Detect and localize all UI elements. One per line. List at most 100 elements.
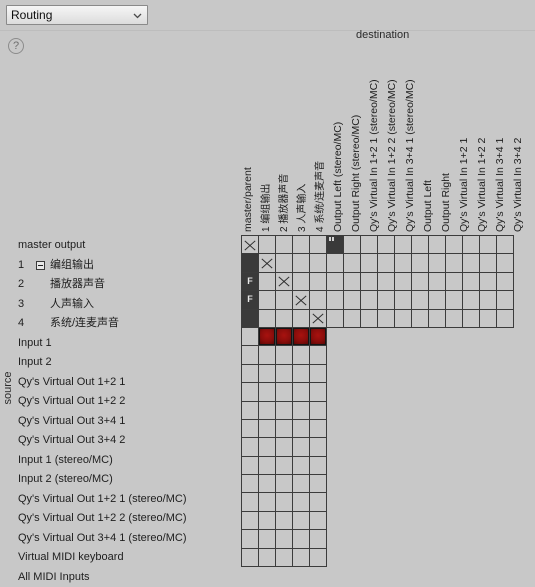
matrix-cell[interactable] xyxy=(293,236,310,254)
matrix-cell[interactable] xyxy=(259,475,276,493)
matrix-cell[interactable] xyxy=(293,309,310,327)
matrix-cell[interactable] xyxy=(310,456,327,474)
matrix-cell[interactable] xyxy=(480,291,497,309)
matrix-cell[interactable] xyxy=(276,456,293,474)
matrix-cell[interactable] xyxy=(293,438,310,456)
matrix-cell[interactable] xyxy=(395,309,412,327)
row-label-7[interactable]: Qy's Virtual Out 1+2 1 xyxy=(0,373,240,393)
matrix-cell[interactable] xyxy=(310,291,327,309)
routing-matrix[interactable]: FF xyxy=(241,235,514,567)
matrix-cell-cross-icon[interactable] xyxy=(293,291,310,309)
matrix-cell[interactable] xyxy=(344,291,361,309)
matrix-cell-filled-icon[interactable] xyxy=(242,309,259,327)
matrix-cell[interactable] xyxy=(429,272,446,290)
row-label-8[interactable]: Qy's Virtual Out 1+2 2 xyxy=(0,392,240,412)
matrix-cell[interactable] xyxy=(310,236,327,254)
column-header-12[interactable]: Qy's Virtual In 1+2 1 xyxy=(457,88,475,234)
matrix-cell[interactable] xyxy=(259,401,276,419)
matrix-cell-f-icon[interactable]: F xyxy=(242,291,259,309)
row-label-11[interactable]: Input 1 (stereo/MC) xyxy=(0,451,240,471)
matrix-cell[interactable] xyxy=(276,548,293,566)
matrix-cell[interactable] xyxy=(310,401,327,419)
matrix-cell[interactable] xyxy=(327,254,344,272)
matrix-cell[interactable] xyxy=(242,438,259,456)
column-header-0[interactable]: master/parent xyxy=(241,88,259,234)
matrix-cell[interactable] xyxy=(497,236,514,254)
matrix-cell[interactable] xyxy=(293,511,310,529)
matrix-cell[interactable] xyxy=(259,346,276,364)
matrix-cell[interactable] xyxy=(276,254,293,272)
row-label-13[interactable]: Qy's Virtual Out 1+2 1 (stereo/MC) xyxy=(0,490,240,510)
matrix-cell[interactable] xyxy=(446,309,463,327)
matrix-cell[interactable] xyxy=(276,291,293,309)
matrix-cell[interactable] xyxy=(463,254,480,272)
column-header-6[interactable]: Output Right (stereo/MC) xyxy=(349,88,367,234)
matrix-cell[interactable] xyxy=(497,254,514,272)
column-header-5[interactable]: Output Left (stereo/MC) xyxy=(331,88,349,234)
matrix-cell[interactable] xyxy=(293,272,310,290)
row-label-14[interactable]: Qy's Virtual Out 1+2 2 (stereo/MC) xyxy=(0,509,240,529)
tree-collapse-icon[interactable] xyxy=(36,261,45,270)
matrix-cell[interactable] xyxy=(327,272,344,290)
matrix-cell[interactable] xyxy=(242,364,259,382)
matrix-cell[interactable] xyxy=(276,511,293,529)
matrix-cell[interactable] xyxy=(446,236,463,254)
column-header-15[interactable]: Qy's Virtual In 3+4 2 xyxy=(511,88,529,234)
matrix-cell[interactable] xyxy=(378,291,395,309)
matrix-cell[interactable] xyxy=(327,309,344,327)
column-header-13[interactable]: Qy's Virtual In 1+2 2 xyxy=(475,88,493,234)
matrix-cell[interactable] xyxy=(480,254,497,272)
matrix-cell[interactable] xyxy=(293,548,310,566)
row-label-9[interactable]: Qy's Virtual Out 3+4 1 xyxy=(0,412,240,432)
matrix-cell[interactable] xyxy=(259,438,276,456)
matrix-cell[interactable] xyxy=(361,291,378,309)
matrix-cell[interactable] xyxy=(276,364,293,382)
matrix-cell-cross-icon[interactable] xyxy=(276,272,293,290)
matrix-cell[interactable] xyxy=(344,272,361,290)
matrix-cell[interactable] xyxy=(395,291,412,309)
matrix-cell[interactable] xyxy=(412,291,429,309)
matrix-cell[interactable] xyxy=(412,309,429,327)
matrix-cell[interactable] xyxy=(361,254,378,272)
matrix-cell[interactable] xyxy=(361,309,378,327)
matrix-cell[interactable] xyxy=(361,236,378,254)
row-label-3[interactable]: 3人声输入 xyxy=(0,295,240,315)
matrix-cell-active-icon[interactable] xyxy=(293,327,310,345)
matrix-cell[interactable] xyxy=(429,291,446,309)
matrix-cell-active-icon[interactable] xyxy=(276,327,293,345)
help-button[interactable]: ? xyxy=(8,38,24,54)
matrix-cell[interactable] xyxy=(378,272,395,290)
matrix-cell-f-icon[interactable]: F xyxy=(242,272,259,290)
matrix-cell[interactable] xyxy=(310,475,327,493)
matrix-cell[interactable] xyxy=(259,383,276,401)
matrix-cell-meter-icon[interactable] xyxy=(327,236,344,254)
matrix-cell[interactable] xyxy=(480,236,497,254)
matrix-cell[interactable] xyxy=(276,346,293,364)
matrix-cell[interactable] xyxy=(276,493,293,511)
matrix-cell[interactable] xyxy=(242,493,259,511)
row-label-10[interactable]: Qy's Virtual Out 3+4 2 xyxy=(0,431,240,451)
matrix-cell[interactable] xyxy=(242,346,259,364)
row-label-15[interactable]: Qy's Virtual Out 3+4 1 (stereo/MC) xyxy=(0,529,240,549)
matrix-cell[interactable] xyxy=(293,364,310,382)
column-header-7[interactable]: Qy's Virtual In 1+2 1 (stereo/MC) xyxy=(367,88,385,234)
matrix-cell[interactable] xyxy=(242,511,259,529)
matrix-cell[interactable] xyxy=(276,236,293,254)
matrix-cell[interactable] xyxy=(446,272,463,290)
matrix-cell[interactable] xyxy=(259,456,276,474)
matrix-cell[interactable] xyxy=(293,383,310,401)
matrix-cell[interactable] xyxy=(276,309,293,327)
row-label-12[interactable]: Input 2 (stereo/MC) xyxy=(0,470,240,490)
matrix-cell[interactable] xyxy=(293,401,310,419)
matrix-cell[interactable] xyxy=(293,346,310,364)
matrix-cell[interactable] xyxy=(344,236,361,254)
column-header-9[interactable]: Qy's Virtual In 3+4 1 (stereo/MC) xyxy=(403,88,421,234)
matrix-cell[interactable] xyxy=(497,291,514,309)
matrix-cell[interactable] xyxy=(463,272,480,290)
matrix-cell[interactable] xyxy=(293,419,310,437)
matrix-cell[interactable] xyxy=(327,291,344,309)
matrix-cell[interactable] xyxy=(463,236,480,254)
column-header-11[interactable]: Output Right xyxy=(439,88,457,234)
matrix-cell[interactable] xyxy=(259,236,276,254)
matrix-cell[interactable] xyxy=(310,364,327,382)
